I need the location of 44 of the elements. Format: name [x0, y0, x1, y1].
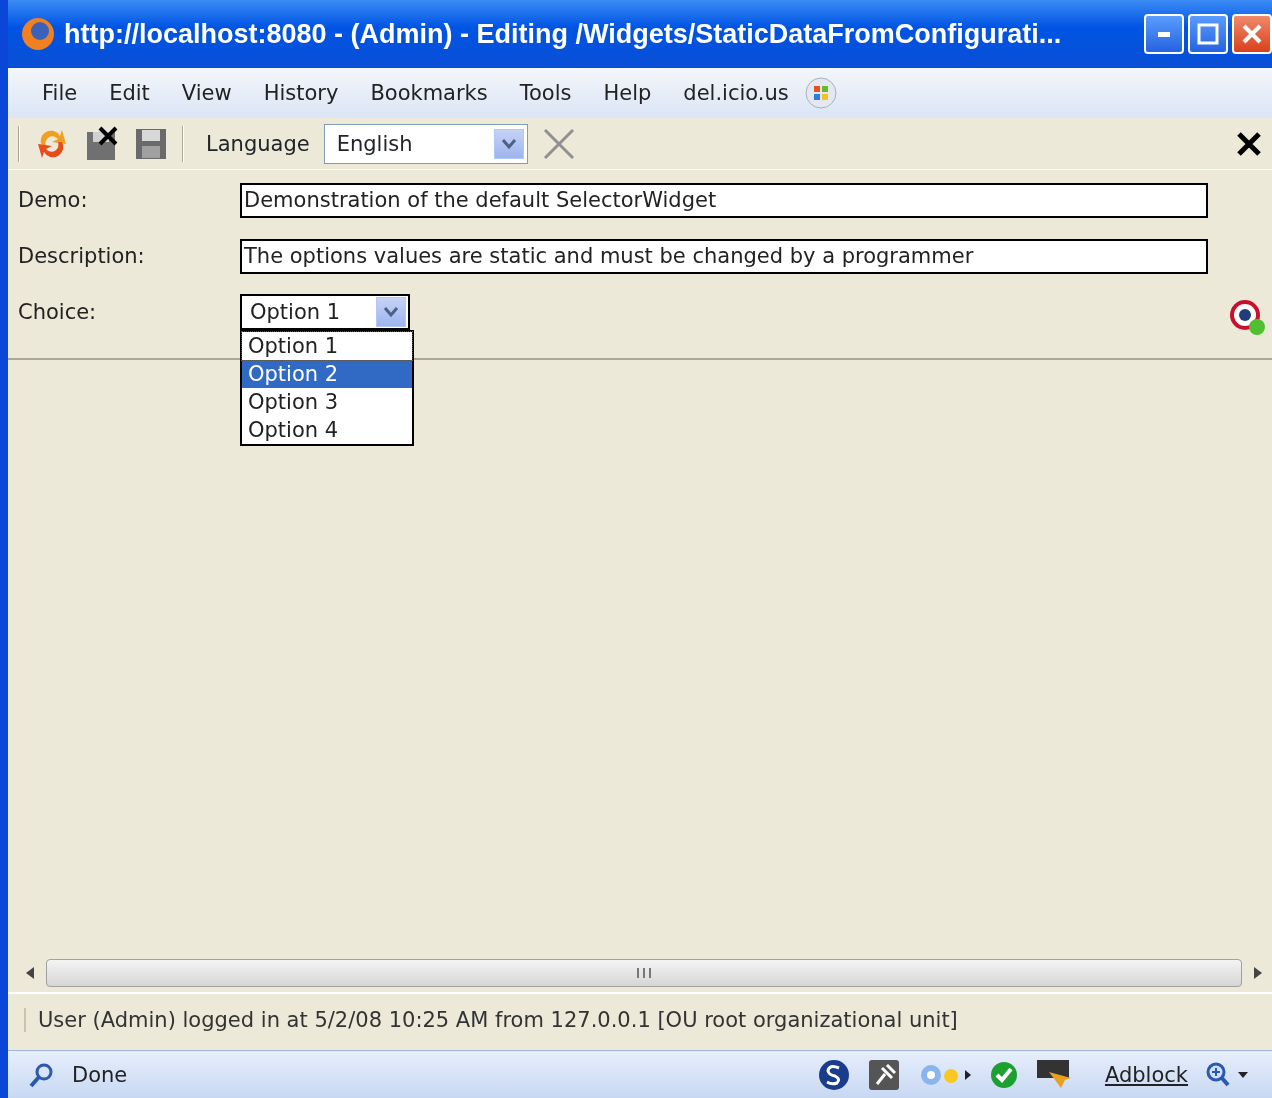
- menu-item[interactable]: del.icio.us: [667, 81, 805, 105]
- pin-icon[interactable]: [866, 1057, 901, 1092]
- menu-item[interactable]: Edit: [93, 81, 166, 105]
- menu-item[interactable]: View: [165, 81, 248, 105]
- close-icon: [1241, 23, 1263, 45]
- maximize-button[interactable]: [1188, 14, 1228, 54]
- status-text: Done: [72, 1062, 128, 1087]
- dropdown-option[interactable]: Option 1: [242, 332, 412, 360]
- choice-select[interactable]: Option 1: [240, 294, 410, 330]
- field-label: Demo:: [18, 188, 89, 212]
- close-button[interactable]: [1232, 14, 1272, 54]
- menu-item[interactable]: History: [247, 81, 355, 105]
- dropdown-option[interactable]: Option 2: [242, 360, 412, 388]
- windows-logo-icon[interactable]: [804, 77, 837, 109]
- save-icon[interactable]: [134, 126, 168, 161]
- grip-icon: [635, 967, 653, 979]
- clear-icon[interactable]: [541, 126, 576, 161]
- text-field[interactable]: The options values are static and must be changed by a programmer: [240, 238, 1208, 274]
- dropdown-option[interactable]: Option 3: [242, 388, 412, 416]
- close-icon[interactable]: [1236, 130, 1262, 157]
- s-circle-icon[interactable]: [816, 1057, 851, 1092]
- minimize-button[interactable]: [1144, 14, 1184, 54]
- maximize-icon: [1197, 23, 1219, 45]
- menu-item[interactable]: Tools: [503, 81, 588, 105]
- minimize-icon: [1158, 31, 1170, 37]
- browser-logo-icon: [20, 16, 56, 52]
- language-select[interactable]: English: [323, 123, 528, 164]
- field-label: Choice:: [18, 300, 98, 324]
- scroll-left-icon[interactable]: [24, 966, 36, 980]
- adblock-link[interactable]: Adblock: [1104, 1062, 1188, 1087]
- window-title: http://localhost:8080 - (Admin) - Editing /Widgets/StaticDataFromConfigurati...: [64, 18, 1063, 50]
- scrollbar-thumb[interactable]: [46, 959, 1242, 987]
- dropdown-option[interactable]: Option 4: [242, 416, 412, 444]
- text-field[interactable]: Demonstration of the default SelectorWidget: [240, 182, 1208, 218]
- field-label: Description:: [18, 244, 146, 268]
- login-status-text: User (Admin) logged in at 5/2/08 10:25 AM from 127.0.0.1 [OU root organizational unit]: [24, 1008, 958, 1032]
- target-icon[interactable]: [1228, 298, 1268, 338]
- check-icon[interactable]: [988, 1059, 1019, 1090]
- menu-item[interactable]: Help: [587, 81, 668, 105]
- language-label: Language: [206, 131, 310, 156]
- delete-disk-icon[interactable]: [84, 125, 120, 162]
- menu-item[interactable]: Bookmarks: [354, 81, 504, 105]
- menu-item[interactable]: File: [26, 81, 94, 105]
- scroll-right-icon[interactable]: [1252, 966, 1264, 980]
